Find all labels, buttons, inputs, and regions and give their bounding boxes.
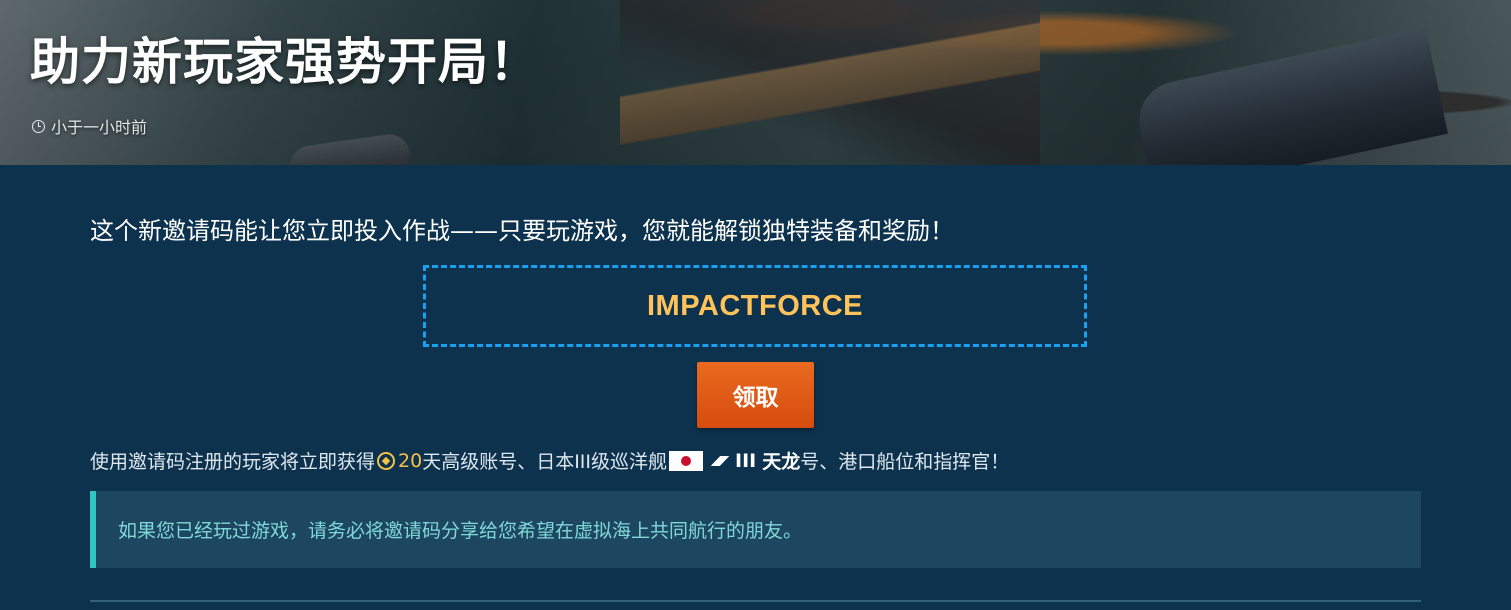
clock-icon — [32, 119, 45, 133]
reward-description: 使用邀请码注册的玩家将立即获得 20 天高级账号、日本III级巡洋舰 III 天… — [90, 447, 1009, 474]
share-note-text: 如果您已经玩过游戏，请务必将邀请码分享给您希望在虚拟海上共同航行的朋友。 — [118, 520, 803, 542]
share-note: 如果您已经玩过游戏，请务必将邀请码分享给您希望在虚拟海上共同航行的朋友。 — [90, 491, 1421, 568]
premium-days: 20 — [398, 449, 423, 472]
article-body: 这个新邀请码能让您立即投入作战——只要玩游戏，您就能解锁独特装备和奖励！ IMP… — [0, 165, 1511, 610]
invite-code[interactable]: IMPACTFORCE — [647, 290, 863, 323]
reward-suffix: 号、港口船位和指挥官！ — [800, 451, 1010, 473]
reward-prefix: 使用邀请码注册的玩家将立即获得 — [90, 451, 376, 473]
intro-text: 这个新邀请码能让您立即投入作战——只要玩游戏，您就能解锁独特装备和奖励！ — [90, 217, 954, 245]
premium-text: 天高级账号、日本III级巡洋舰 — [422, 451, 668, 473]
publish-time-text: 小于一小时前 — [51, 118, 148, 137]
premium-account-icon — [377, 451, 396, 470]
page-title: 助力新玩家强势开局！ — [30, 33, 540, 91]
cruiser-class-icon — [711, 456, 730, 466]
hero-banner: 助力新玩家强势开局！ 小于一小时前 — [0, 0, 1511, 165]
invite-code-box[interactable]: IMPACTFORCE — [423, 265, 1087, 347]
ship-tier: III — [735, 449, 757, 472]
japan-flag-icon — [669, 450, 704, 471]
ship-name[interactable]: 天龙 — [762, 447, 800, 474]
divider — [90, 600, 1421, 602]
publish-time: 小于一小时前 — [32, 114, 147, 138]
claim-button[interactable]: 领取 — [697, 362, 814, 428]
